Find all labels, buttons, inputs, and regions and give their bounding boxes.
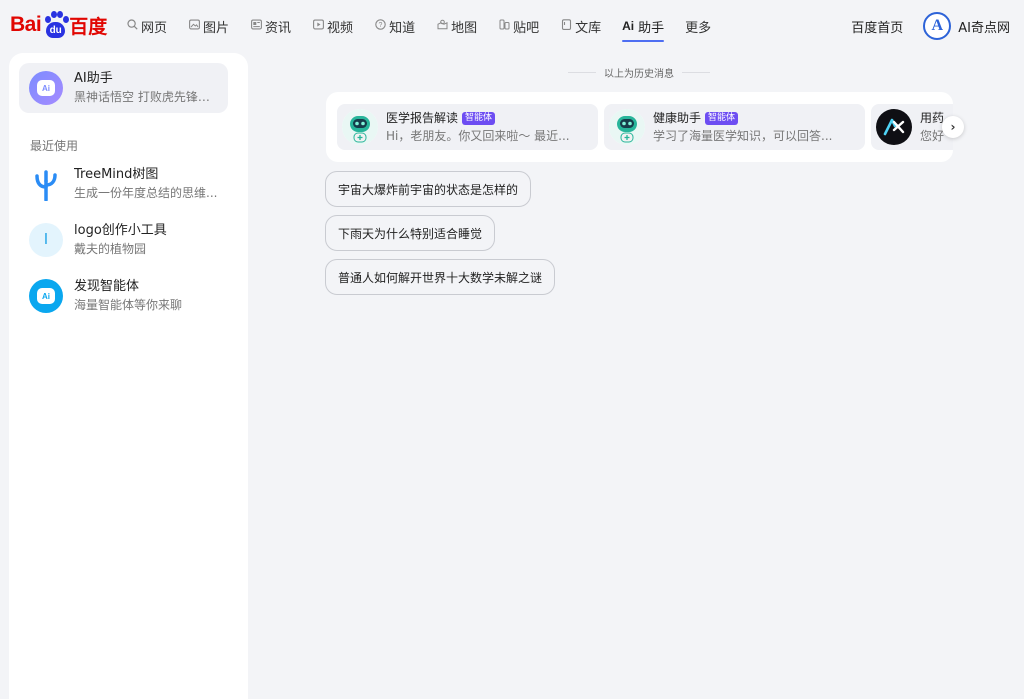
sidebar-item-subtitle: 戴夫的植物园: [74, 242, 147, 256]
nav-tab-map[interactable]: 地图: [436, 0, 477, 52]
history-label: 以上为历史消息: [604, 68, 674, 80]
nav-tab-label: 资讯: [265, 20, 292, 36]
sidebar-item-title: 发现智能体: [74, 279, 140, 294]
sidebar-item-ai-assistant[interactable]: Ai AI助手 黑神话悟空 打败虎先锋的...: [19, 63, 228, 113]
agent-name: 医学报告解读: [386, 110, 459, 125]
baidu-logo[interactable]: Bai du 百度: [10, 10, 107, 40]
nav-tab-label: 知道: [389, 20, 416, 36]
chevron-right-icon: ›: [950, 120, 956, 134]
nav-tab-zhidao[interactable]: ? 知道: [374, 0, 415, 52]
tree-icon: [29, 167, 63, 201]
sidebar-item-subtitle: 海量智能体等你来聊: [74, 298, 183, 312]
agent-card-medical-report[interactable]: 医学报告解读 智能体 Hi，老朋友。你又回来啦～ 最近...: [337, 104, 598, 150]
nav-tab-more[interactable]: 更多: [685, 0, 711, 52]
history-divider: 以上为历史消息: [568, 64, 710, 80]
nav-tab-label: 更多: [685, 20, 712, 36]
sidebar-item-discover-agents[interactable]: Ai 发现智能体 海量智能体等你来聊: [19, 271, 228, 321]
nav-tab-label: 助手: [638, 20, 665, 36]
nav-tab-tieba[interactable]: 贴吧: [498, 0, 539, 52]
news-icon: [250, 19, 262, 33]
nav-tab-ai-assistant[interactable]: Ai 助手: [622, 0, 665, 52]
sidebar-item-title: TreeMind树图: [74, 167, 159, 182]
search-icon: [126, 19, 138, 33]
sidebar-item-treemind[interactable]: TreeMind树图 生成一份年度总结的思维...: [19, 159, 228, 209]
user-avatar[interactable]: A: [923, 12, 952, 40]
discover-agents-icon: Ai: [29, 279, 63, 313]
suggestion-chip[interactable]: 宇宙大爆炸前宇宙的状态是怎样的: [325, 171, 532, 207]
nav-tab-label: 地图: [451, 20, 478, 36]
svg-text:?: ?: [378, 22, 382, 29]
sidebar: Ai AI助手 黑神话悟空 打败虎先锋的... 最近使用 TreeMind树图 …: [9, 53, 248, 699]
agent-description: Hi，老朋友。你又回来啦～ 最近...: [386, 128, 570, 143]
paw-icon: du: [42, 11, 70, 39]
sidebar-item-title: logo创作小工具: [74, 223, 167, 238]
logo-tool-icon: I: [29, 223, 63, 257]
top-navigation: Bai du 百度 网页 图片 资讯 视频 ? 知道 地图 贴吧 文库 Ai 助…: [0, 0, 1024, 52]
nav-tab-label: 贴吧: [513, 20, 540, 36]
agent-name: 健康助手: [653, 110, 702, 125]
suggestion-chip[interactable]: 普通人如何解开世界十大数学未解之谜: [325, 259, 556, 295]
map-icon: [436, 19, 448, 33]
suggestion-chip[interactable]: 下雨天为什么特别适合睡觉: [325, 215, 496, 251]
robot-avatar-icon: [342, 109, 378, 145]
agent-badge: 智能体: [705, 111, 739, 125]
ai-assistant-icon: Ai: [29, 71, 63, 105]
agent-card-health-assistant[interactable]: 健康助手 智能体 学习了海量医学知识，可以回答...: [604, 104, 865, 150]
nav-tab-news[interactable]: 资讯: [250, 0, 291, 52]
video-icon: [312, 19, 324, 33]
agent-card-medication[interactable]: 用药 您好: [871, 104, 953, 150]
nav-tabs: 网页 图片 资讯 视频 ? 知道 地图 贴吧 文库 Ai 助手 更多: [126, 0, 732, 52]
nav-tab-video[interactable]: 视频: [312, 0, 353, 52]
agent-description: 学习了海量医学知识，可以回答...: [653, 128, 833, 143]
sidebar-item-subtitle: 生成一份年度总结的思维...: [74, 186, 218, 200]
agent-badge: 智能体: [462, 111, 496, 125]
logo-text-bai: Bai: [10, 13, 42, 36]
nav-tab-label: 文库: [575, 20, 602, 36]
agent-carousel: 医学报告解读 智能体 Hi，老朋友。你又回来啦～ 最近... 健康助手 智能体: [326, 92, 953, 162]
nav-tab-images[interactable]: 图片: [188, 0, 229, 52]
question-icon: ?: [374, 19, 386, 33]
header-right: 百度首页 A AI奇点网: [851, 0, 1010, 52]
carousel-next-button[interactable]: ›: [942, 116, 964, 138]
baidu-home-link[interactable]: 百度首页: [851, 17, 903, 36]
sidebar-item-title: AI助手: [74, 71, 113, 86]
medication-avatar-icon: [876, 109, 912, 145]
sidebar-item-subtitle: 黑神话悟空 打败虎先锋的...: [74, 90, 219, 104]
nav-tab-label: 网页: [141, 20, 168, 36]
nav-tab-label: 视频: [327, 20, 354, 36]
nav-tab-web[interactable]: 网页: [126, 0, 167, 52]
nav-tab-wenku[interactable]: 文库: [560, 0, 601, 52]
ai-icon: Ai: [622, 19, 635, 33]
logo-text-baidu: 百度: [69, 15, 108, 38]
agent-name: 用药: [920, 110, 945, 125]
recent-section-label: 最近使用: [30, 139, 79, 153]
user-name[interactable]: AI奇点网: [958, 17, 1010, 36]
logo-text-du: du: [46, 22, 66, 38]
sidebar-item-logo-tool[interactable]: I logo创作小工具 戴夫的植物园: [19, 215, 228, 265]
nav-tab-label: 图片: [203, 20, 230, 36]
image-icon: [188, 19, 200, 33]
document-icon: [560, 19, 572, 33]
robot-avatar-icon: [609, 109, 645, 145]
tieba-icon: [498, 19, 510, 33]
